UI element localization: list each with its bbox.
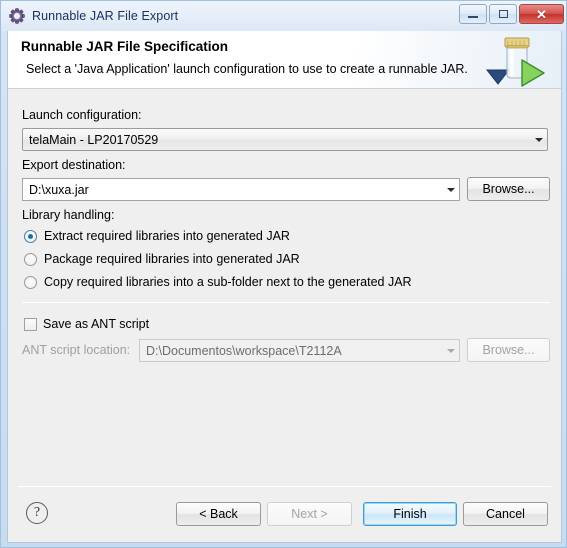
- help-icon[interactable]: ?: [26, 502, 48, 524]
- minimize-button[interactable]: [459, 4, 487, 24]
- launch-configuration-value: telaMain - LP20170529: [29, 132, 159, 147]
- ant-script-location-value: D:\Documentos\workspace\T2112A: [146, 343, 342, 358]
- export-gear-icon: [9, 8, 25, 24]
- radio-label: Package required libraries into generate…: [44, 252, 300, 266]
- library-handling-label: Library handling:: [22, 208, 115, 222]
- back-button[interactable]: < Back: [176, 502, 261, 526]
- runnable-jar-icon: [481, 32, 549, 88]
- radio-icon: [24, 229, 37, 243]
- radio-icon: [24, 252, 37, 266]
- wizard-body: Launch configuration: telaMain - LP20170…: [8, 89, 561, 505]
- section-divider: [22, 302, 550, 303]
- radio-package-required-libraries[interactable]: Package required libraries into generate…: [24, 252, 300, 266]
- radio-extract-required-libraries[interactable]: Extract required libraries into generate…: [24, 229, 290, 243]
- checkbox-icon: [24, 317, 37, 331]
- footer-divider: [18, 486, 551, 487]
- export-destination-combo[interactable]: D:\xuxa.jar: [22, 178, 460, 201]
- launch-configuration-combo[interactable]: telaMain - LP20170529: [22, 128, 548, 151]
- chevron-down-icon: [442, 348, 459, 353]
- title-bar[interactable]: Runnable JAR File Export ✕: [1, 1, 566, 31]
- chevron-down-icon[interactable]: [530, 137, 547, 142]
- close-button[interactable]: ✕: [519, 4, 564, 24]
- checkbox-label: Save as ANT script: [43, 317, 150, 331]
- radio-copy-required-libraries[interactable]: Copy required libraries into a sub-folde…: [24, 275, 412, 289]
- dialog-client-area: Runnable JAR File Specification Select a…: [7, 31, 562, 543]
- close-icon: ✕: [536, 6, 547, 22]
- radio-label: Copy required libraries into a sub-folde…: [44, 275, 412, 289]
- page-description: Select a 'Java Application' launch confi…: [26, 62, 468, 76]
- ant-script-browse-button: Browse...: [467, 338, 550, 362]
- chevron-down-icon[interactable]: [442, 187, 459, 192]
- ant-script-location-label: ANT script location:: [22, 343, 131, 357]
- page-title: Runnable JAR File Specification: [21, 39, 229, 54]
- export-destination-browse-button[interactable]: Browse...: [467, 177, 550, 201]
- maximize-icon: [498, 10, 508, 18]
- finish-button[interactable]: Finish: [363, 502, 457, 526]
- save-as-ant-script-checkbox[interactable]: Save as ANT script: [24, 317, 149, 331]
- next-button: Next >: [267, 502, 352, 526]
- wizard-header: Runnable JAR File Specification Select a…: [8, 31, 561, 89]
- minimize-icon: [468, 16, 478, 18]
- ant-script-location-combo: D:\Documentos\workspace\T2112A: [139, 339, 460, 362]
- window-title: Runnable JAR File Export: [32, 9, 179, 23]
- dialog-footer: ? < Back Next > Finish Cancel: [8, 486, 561, 542]
- export-destination-label: Export destination:: [22, 158, 126, 172]
- window-controls: ✕: [459, 4, 564, 24]
- export-destination-value[interactable]: D:\xuxa.jar: [23, 183, 442, 197]
- radio-icon: [24, 275, 37, 289]
- cancel-button[interactable]: Cancel: [463, 502, 548, 526]
- launch-configuration-label: Launch configuration:: [22, 108, 142, 122]
- maximize-button[interactable]: [489, 4, 517, 24]
- dialog-window: Runnable JAR File Export ✕ Runnable JAR …: [0, 0, 567, 548]
- radio-label: Extract required libraries into generate…: [44, 229, 290, 243]
